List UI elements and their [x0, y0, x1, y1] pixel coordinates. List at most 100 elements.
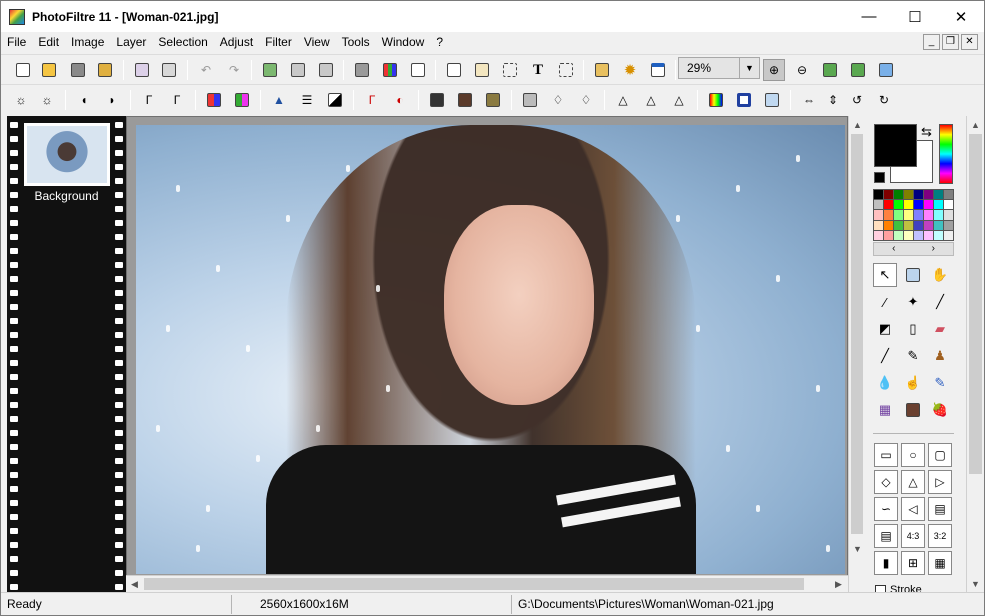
palette-swatch[interactable] — [884, 230, 893, 240]
palette-swatch[interactable] — [894, 190, 903, 200]
saturation-plus-button[interactable] — [231, 89, 253, 111]
canvas-size-button[interactable] — [471, 59, 493, 81]
image-size-button[interactable] — [443, 59, 465, 81]
dialog-button[interactable] — [647, 59, 669, 81]
palette-swatch[interactable] — [904, 200, 913, 210]
deform-tool[interactable]: ▦ — [873, 398, 897, 422]
horizontal-scrollbar[interactable]: ◀ ▶ — [126, 575, 848, 592]
menu-edit[interactable]: Edit — [32, 32, 65, 53]
filter-a-button[interactable] — [426, 89, 448, 111]
levels-button[interactable]: ▲ — [268, 89, 290, 111]
right-triangle-shape-button[interactable]: ▷ — [928, 470, 952, 494]
magic-view-tool[interactable] — [901, 263, 925, 287]
smudge-tool[interactable]: ☝ — [901, 371, 925, 395]
invert-button[interactable] — [324, 89, 346, 111]
palette-swatch[interactable] — [914, 230, 923, 240]
pattern-brush-tool[interactable]: ✎ — [928, 371, 952, 395]
palette-swatch[interactable] — [944, 210, 953, 220]
line-tool[interactable]: ╱ — [928, 290, 952, 314]
triangle-shape-button[interactable]: △ — [901, 470, 925, 494]
auto-contrast-button[interactable]: ◐ — [389, 89, 411, 111]
palette-swatch[interactable] — [904, 220, 913, 230]
palette-swatch[interactable] — [904, 210, 913, 220]
print-button[interactable] — [131, 59, 153, 81]
explorer-button[interactable] — [591, 59, 613, 81]
gamma-minus-button[interactable]: Γ — [138, 89, 160, 111]
menu-selection[interactable]: Selection — [152, 32, 213, 53]
scroll-up-icon[interactable]: ▲ — [849, 116, 866, 133]
rounded-rect-shape-button[interactable]: ▢ — [928, 443, 952, 467]
effects-tool[interactable]: 🍓 — [928, 398, 952, 422]
palette-swatch[interactable] — [944, 200, 953, 210]
vertical-scroll-thumb[interactable] — [851, 134, 863, 534]
magic-wand-tool[interactable]: ✦ — [901, 290, 925, 314]
auto-gamma-button[interactable]: Γ — [361, 89, 383, 111]
actual-size-button[interactable] — [819, 59, 841, 81]
palette-swatch[interactable] — [884, 210, 893, 220]
palette-swatch[interactable] — [874, 200, 883, 210]
palette-swatch[interactable] — [934, 190, 943, 200]
save-button[interactable] — [67, 59, 89, 81]
blur-more-button[interactable]: ♢ — [575, 89, 597, 111]
mdi-close-button[interactable]: ✕ — [961, 34, 978, 50]
palette-swatch[interactable] — [894, 210, 903, 220]
palette-swatch[interactable] — [904, 190, 913, 200]
fixed-size-button[interactable]: ⊞ — [901, 551, 925, 575]
vertical-fit-button[interactable]: ▮ — [874, 551, 898, 575]
menu-view[interactable]: View — [298, 32, 336, 53]
palette-swatch[interactable] — [924, 210, 933, 220]
palette-swatch[interactable] — [914, 220, 923, 230]
diamond-shape-button[interactable]: ◇ — [874, 470, 898, 494]
scan-button[interactable] — [158, 59, 180, 81]
palette-swatch[interactable] — [924, 200, 933, 210]
canvas-area[interactable] — [126, 116, 848, 592]
effect-button[interactable] — [761, 89, 783, 111]
palette-swatch[interactable] — [924, 230, 933, 240]
load-shape-button[interactable]: ▤ — [928, 497, 952, 521]
zoom-value[interactable]: 29% — [679, 61, 739, 75]
eraser-tool[interactable]: ▰ — [928, 317, 952, 341]
new-file-button[interactable] — [12, 59, 34, 81]
reset-colors-icon[interactable] — [874, 172, 885, 183]
crop-button[interactable] — [499, 59, 521, 81]
advanced-brush-tool[interactable]: ✎ — [901, 344, 925, 368]
brightness-minus-button[interactable]: ☼ — [10, 89, 32, 111]
tool-panel-scrollbar[interactable]: ▲ ▼ — [966, 116, 984, 592]
stamp-tool[interactable]: ♟ — [928, 344, 952, 368]
sharpen-button[interactable]: △ — [612, 89, 634, 111]
redo-button[interactable]: ↷ — [223, 59, 245, 81]
foreground-color-swatch[interactable] — [874, 124, 917, 167]
document-image[interactable] — [136, 125, 845, 574]
flip-vertical-button[interactable]: ⇕ — [822, 89, 844, 111]
palette-swatch[interactable] — [944, 220, 953, 230]
paste-as-image-button[interactable] — [315, 59, 337, 81]
palette-swatch[interactable] — [884, 190, 893, 200]
save-as-button[interactable] — [94, 59, 116, 81]
saturation-minus-button[interactable] — [203, 89, 225, 111]
automation-button[interactable] — [407, 59, 429, 81]
palette-swatch[interactable] — [874, 210, 883, 220]
frame-button[interactable] — [733, 89, 755, 111]
fill-tool[interactable]: ◩ — [873, 317, 897, 341]
filter-c-button[interactable] — [482, 89, 504, 111]
palette-swatch[interactable] — [914, 190, 923, 200]
menu-file[interactable]: File — [1, 32, 32, 53]
gamma-plus-button[interactable]: Γ — [166, 89, 188, 111]
filter-b-button[interactable] — [454, 89, 476, 111]
palette-swatch[interactable] — [874, 190, 883, 200]
selection-tool[interactable]: ↖ — [873, 263, 897, 287]
palette-swatch[interactable] — [874, 220, 883, 230]
blur-tool[interactable]: 💧 — [873, 371, 897, 395]
mdi-minimize-button[interactable]: _ — [923, 34, 940, 50]
select-all-button[interactable]: ▤ — [874, 524, 898, 548]
grayscale-button[interactable] — [351, 59, 373, 81]
spray-tool[interactable]: ▯ — [901, 317, 925, 341]
contrast-minus-button[interactable]: ◖ — [73, 89, 95, 111]
blur-button[interactable]: ♢ — [547, 89, 569, 111]
palette-swatch[interactable] — [904, 230, 913, 240]
palette-swatch[interactable] — [934, 210, 943, 220]
close-button[interactable]: ✕ — [938, 1, 984, 32]
plugins-button[interactable]: ✹ — [619, 59, 641, 81]
polygon-shape-button[interactable]: ◁ — [901, 497, 925, 521]
menu-adjust[interactable]: Adjust — [214, 32, 259, 53]
